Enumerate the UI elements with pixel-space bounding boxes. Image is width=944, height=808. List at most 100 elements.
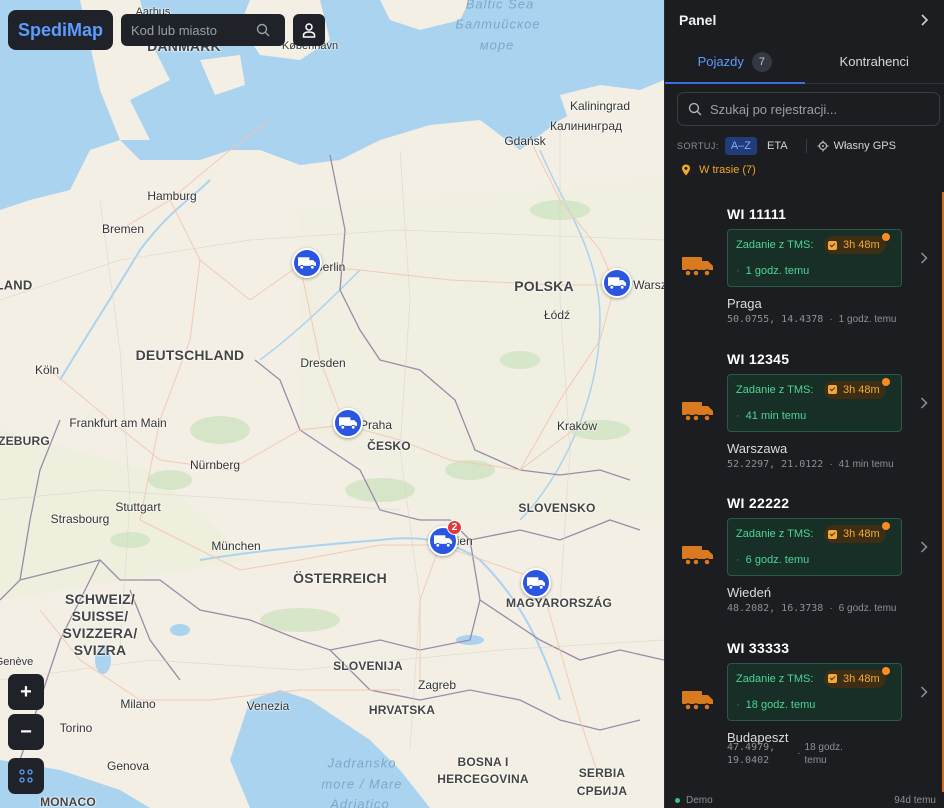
vehicle-marker-berlin[interactable] bbox=[292, 248, 322, 278]
map-label-baltic-sea: Baltic Sea bbox=[465, 0, 535, 12]
vehicle-marker-warszawa[interactable] bbox=[602, 268, 632, 298]
map-label-stuttgart: Stuttgart bbox=[115, 500, 161, 514]
vehicle-item[interactable]: WI 33333 Zadanie z TMS: 3h 48m · 18 godz.… bbox=[665, 626, 942, 771]
map-label-warszawa: Warsz bbox=[633, 278, 664, 292]
map-label-serbia-1: SERBIA bbox=[578, 766, 626, 780]
status-dot bbox=[675, 797, 680, 803]
panel-tabs: Pojazdy 7 Kontrahenci bbox=[665, 40, 944, 84]
truck-icon bbox=[297, 257, 316, 270]
tab-vehicles-label: Pojazdy bbox=[697, 54, 744, 69]
vehicle-position-updated: 6 godz. temu bbox=[838, 603, 897, 614]
side-panel: Panel Pojazdy 7 Kontrahenci SORTUJ: A–Z … bbox=[664, 0, 944, 808]
cluster-toggle-button[interactable] bbox=[8, 758, 44, 794]
map-label-lodz: Łódź bbox=[543, 308, 571, 322]
map-label-milano: Milano bbox=[120, 697, 156, 711]
map-label-land: LAND bbox=[0, 277, 33, 293]
map-label-strasbourg: Strasbourg bbox=[50, 512, 110, 526]
tms-task-label: Zadanie z TMS: bbox=[736, 239, 814, 251]
truck-icon bbox=[433, 535, 452, 548]
vehicle-list[interactable]: WI 11111 Zadanie z TMS: 3h 48m · 1 godz. … bbox=[665, 192, 944, 792]
map-label-nurnberg: Nürnberg bbox=[189, 458, 241, 472]
map-label-deutschland: DEUTSCHLAND bbox=[135, 347, 245, 363]
eta-badge: 3h 48m bbox=[824, 666, 890, 688]
map-label-krakow: Kraków bbox=[556, 419, 598, 433]
sort-az-button[interactable]: A–Z bbox=[724, 137, 758, 155]
task-updated: · 18 godz. temu bbox=[736, 698, 816, 711]
map-label-kaliningrad-ru: Калининград bbox=[549, 119, 623, 133]
chevron-right-icon[interactable] bbox=[920, 685, 928, 698]
zoom-out-button[interactable]: − bbox=[8, 714, 44, 750]
tms-task-label: Zadanie z TMS: bbox=[736, 383, 814, 396]
own-gps-label: Własny GPS bbox=[833, 140, 896, 152]
group-in-transit[interactable]: W trasie (7) bbox=[665, 160, 944, 180]
tms-task-card[interactable]: Zadanie z TMS: 3h 48m · 6 godz. temu bbox=[727, 518, 902, 576]
panel-header: Panel bbox=[665, 0, 944, 40]
vehicle-item[interactable]: WI 11111 Zadanie z TMS: 3h 48m · 1 godz. … bbox=[665, 192, 942, 337]
truck-icon bbox=[607, 277, 626, 290]
search-icon bbox=[688, 102, 702, 116]
vehicle-item[interactable]: WI 22222 Zadanie z TMS: 3h 48m · 6 godz. … bbox=[665, 481, 942, 626]
sort-eta-button[interactable]: ETA bbox=[761, 137, 794, 155]
vehicle-coords: 47.4979, 19.0402 · 18 godz. temu bbox=[727, 741, 843, 767]
vehicle-plate: WI 12345 bbox=[727, 350, 790, 367]
eta-value: 3h 48m bbox=[843, 239, 880, 251]
map-label-venezia: Venezia bbox=[246, 699, 290, 713]
map-label-polska: POLSKA bbox=[514, 278, 574, 294]
tms-task-card[interactable]: Zadanie z TMS: 3h 48m · 41 min temu bbox=[727, 373, 902, 432]
status-dot bbox=[881, 666, 890, 675]
tms-task-card[interactable]: Zadanie z TMS: 3h 48m · 18 godz. temu bbox=[727, 662, 902, 721]
map-label-slovenija: SLOVENIJA bbox=[333, 659, 403, 673]
vehicle-position-updated: 18 godz. temu bbox=[805, 741, 843, 767]
vehicle-search-box[interactable] bbox=[677, 92, 940, 126]
tab-vehicles[interactable]: Pojazdy 7 bbox=[665, 40, 805, 84]
map-view[interactable]: Baltic Sea Балтийское море Aarhus DANMAR… bbox=[0, 0, 664, 808]
task-updated: · 6 godz. temu bbox=[736, 554, 810, 566]
map-label-gdansk: Gdańsk bbox=[504, 134, 546, 148]
truck-icon bbox=[682, 546, 713, 566]
chevron-right-icon[interactable] bbox=[920, 14, 930, 26]
vehicle-position-updated: 1 godz. temu bbox=[838, 314, 897, 325]
search-icon[interactable] bbox=[256, 23, 270, 37]
map-label-monaco: MONACO bbox=[40, 795, 96, 808]
vehicle-coords-value: 48.2082, 16.3738 bbox=[727, 603, 824, 614]
map-label-baltic-ru2: море bbox=[479, 37, 515, 53]
tab-contractors[interactable]: Kontrahenci bbox=[805, 40, 944, 83]
vehicle-plate: WI 22222 bbox=[727, 495, 790, 511]
map-label-magyarorszag: MAGYARORSZÁG bbox=[506, 596, 612, 610]
vehicle-item[interactable]: WI 12345 Zadanie z TMS: 3h 48m · 41 min t… bbox=[665, 337, 942, 482]
map-label-osterreich: ÖSTERREICH bbox=[293, 570, 387, 586]
check-icon bbox=[828, 529, 837, 539]
zoom-in-button[interactable]: + bbox=[8, 674, 44, 710]
map-label-hrvatska: HRVATSKA bbox=[368, 703, 436, 717]
chevron-right-icon[interactable] bbox=[920, 396, 928, 409]
map-search-box[interactable] bbox=[121, 14, 285, 46]
map-label-bremen: Bremen bbox=[101, 222, 145, 236]
vehicle-position-updated-1: 18 godz. bbox=[804, 741, 843, 753]
map-label-baltic-ru: Балтийское bbox=[455, 16, 541, 32]
vehicle-marker-budapest[interactable] bbox=[521, 568, 551, 598]
eta-value: 3h 48m bbox=[843, 528, 880, 540]
vehicle-cluster-wien[interactable]: 2 bbox=[428, 520, 462, 556]
sort-row: SORTUJ: A–Z ETA Własny GPS bbox=[665, 135, 944, 157]
check-icon bbox=[828, 385, 837, 394]
own-gps-toggle[interactable]: Własny GPS bbox=[817, 140, 896, 152]
task-updated-value: 41 min temu bbox=[745, 409, 807, 422]
tms-task-card[interactable]: Zadanie z TMS: 3h 48m · 1 godz. temu bbox=[727, 229, 902, 287]
chevron-right-icon[interactable] bbox=[920, 252, 928, 264]
tab-contractors-label: Kontrahenci bbox=[839, 54, 909, 69]
vehicle-coords: 48.2082, 16.3738 · 6 godz. temu bbox=[727, 603, 897, 614]
brand-logo[interactable]: SpediMap bbox=[8, 10, 113, 50]
chevron-right-icon[interactable] bbox=[920, 541, 928, 553]
divider bbox=[805, 139, 807, 153]
vehicle-coords: 50.0755, 14.4378 · 1 godz. temu bbox=[727, 314, 897, 325]
status-dot bbox=[881, 522, 890, 530]
task-updated-value: 18 godz. temu bbox=[745, 698, 816, 711]
vehicle-coords-values: 47.4979, 19.0402 bbox=[727, 741, 775, 767]
vehicle-marker-praha[interactable] bbox=[333, 408, 363, 438]
map-search-input[interactable] bbox=[131, 22, 256, 38]
user-account-button[interactable] bbox=[293, 14, 325, 46]
connection-status: Demo bbox=[675, 795, 713, 806]
task-updated-value: 6 godz. temu bbox=[745, 554, 810, 566]
vehicle-search-input[interactable] bbox=[709, 101, 929, 117]
map-label-dresden: Dresden bbox=[300, 356, 346, 370]
